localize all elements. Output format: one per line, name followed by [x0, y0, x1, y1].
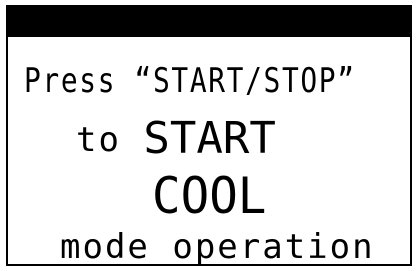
instruction-line-1: Press “START/STOP”: [24, 61, 356, 101]
instruction-prefix: to: [76, 120, 144, 160]
mode-name: COOL: [152, 167, 267, 225]
start-keyword: START: [143, 113, 276, 164]
instruction-line-4: mode operation: [60, 227, 375, 266]
instruction-line-2: to START: [76, 111, 276, 164]
status-bar: MON 8:00AM: [8, 7, 410, 94]
lcd-display: MON 8:00AM Press “START/STOP” to START C…: [6, 5, 412, 266]
